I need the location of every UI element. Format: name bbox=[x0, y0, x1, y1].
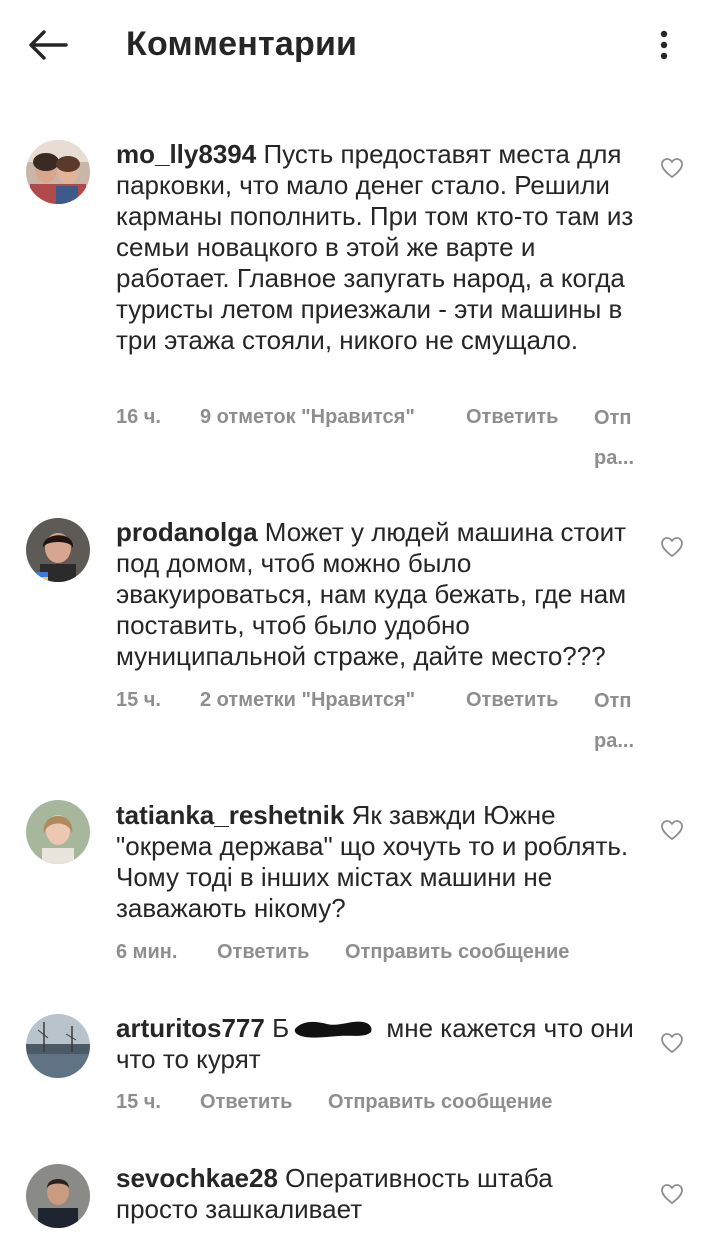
comment-body: prodanolga Может у людей машина стоит по… bbox=[116, 517, 636, 672]
heart-icon bbox=[661, 1033, 683, 1053]
comment-time: 16 ч. bbox=[116, 406, 161, 428]
avatar[interactable] bbox=[26, 1014, 90, 1078]
avatar[interactable] bbox=[26, 800, 90, 864]
avatar[interactable] bbox=[26, 1164, 90, 1228]
arrow-left-icon bbox=[29, 30, 68, 60]
comment-body: sevochkae28 Оперативность штаба просто з… bbox=[116, 1163, 636, 1225]
like-button[interactable] bbox=[660, 1183, 684, 1205]
heart-icon bbox=[661, 820, 683, 840]
comment-time: 15 ч. bbox=[116, 1091, 161, 1113]
heart-icon bbox=[661, 158, 683, 178]
comment-time: 6 мин. bbox=[116, 941, 178, 963]
avatar[interactable] bbox=[26, 140, 90, 204]
comment-text-prefix: Б bbox=[272, 1013, 290, 1043]
send-message-button[interactable]: Отп ра... bbox=[594, 681, 638, 761]
likes-count[interactable]: 2 отметки "Нравится" bbox=[200, 687, 415, 713]
send-message-label-part2: ра... bbox=[594, 447, 635, 469]
redaction-scribble bbox=[294, 1021, 372, 1038]
heart-icon bbox=[661, 1184, 683, 1204]
comment-body: arturitos777 Б мне кажется что они что т… bbox=[116, 1013, 636, 1075]
send-message-label-part2: ра... bbox=[594, 730, 635, 752]
comment-username[interactable]: tatianka_reshetnik bbox=[116, 800, 344, 830]
comment-username[interactable]: prodanolga bbox=[116, 517, 258, 547]
likes-count[interactable]: 9 отметок "Нравится" bbox=[200, 404, 415, 430]
reply-button[interactable]: Ответить bbox=[200, 1089, 292, 1115]
more-options-button[interactable] bbox=[646, 24, 682, 66]
avatar[interactable] bbox=[26, 518, 90, 582]
comment-text: Пусть предоставят места для парковки, чт… bbox=[116, 139, 634, 355]
comment-time: 15 ч. bbox=[116, 689, 161, 711]
reply-button[interactable]: Ответить bbox=[217, 939, 309, 965]
reply-button[interactable]: Ответить bbox=[466, 687, 558, 713]
reply-button[interactable]: Ответить bbox=[466, 404, 558, 430]
send-message-button[interactable]: Отп ра... bbox=[594, 398, 638, 478]
send-message-label-part1: Отп bbox=[594, 407, 632, 429]
like-button[interactable] bbox=[660, 157, 684, 179]
like-button[interactable] bbox=[660, 819, 684, 841]
comment-username[interactable]: sevochkae28 bbox=[116, 1163, 278, 1193]
send-message-button[interactable]: Отправить сообщение bbox=[328, 1089, 552, 1115]
send-message-button[interactable]: Отправить сообщение bbox=[345, 939, 569, 965]
comment-username[interactable]: arturitos777 bbox=[116, 1013, 265, 1043]
back-button[interactable] bbox=[22, 22, 74, 66]
heart-icon bbox=[661, 537, 683, 557]
like-button[interactable] bbox=[660, 1032, 684, 1054]
header-bar: Комментарии bbox=[0, 0, 720, 92]
page-title: Комментарии bbox=[126, 25, 358, 63]
comment-body: tatianka_reshetnik Як завжди Южне "окрем… bbox=[116, 800, 636, 924]
send-message-label-part1: Отп bbox=[594, 690, 632, 712]
comment-body: mo_lly8394 Пусть предоставят места для п… bbox=[116, 139, 636, 356]
like-button[interactable] bbox=[660, 536, 684, 558]
comment-username[interactable]: mo_lly8394 bbox=[116, 139, 256, 169]
more-vertical-icon bbox=[660, 30, 668, 60]
